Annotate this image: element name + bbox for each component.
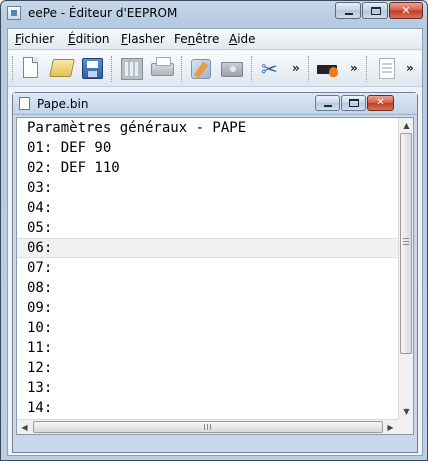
- menu-bar: Fichier Édition Flasher Fenêtre Aide: [8, 29, 422, 50]
- minimize-icon: [345, 13, 353, 15]
- toolbar-grip[interactable]: [366, 56, 369, 82]
- toolbar-overflow-button[interactable]: »: [406, 61, 414, 75]
- main-window: eePe - Éditeur d'EEPROM ✕ Fichier Éditio…: [0, 0, 428, 461]
- app-icon[interactable]: [7, 6, 21, 20]
- editor-line[interactable]: 02: DEF 110: [17, 158, 398, 178]
- toolbar: ✂ » » »: [8, 51, 422, 87]
- close-icon: ✕: [401, 4, 411, 17]
- horizontal-scrollbar[interactable]: ◀ ▶: [17, 419, 398, 434]
- disk-icon: [221, 62, 243, 77]
- menu-aide-label: ide: [237, 32, 256, 46]
- editor-line[interactable]: 01: DEF 90: [17, 138, 398, 158]
- maximize-button[interactable]: [362, 2, 388, 19]
- toolbar-grip[interactable]: [308, 56, 311, 82]
- editor-line[interactable]: 12:: [17, 358, 398, 378]
- scroll-up-button[interactable]: ▲: [399, 118, 413, 133]
- menu-fenetre-label: être: [195, 32, 220, 46]
- menu-flasher-label: lasher: [127, 32, 165, 46]
- calculator-icon: [121, 58, 143, 80]
- editor-line[interactable]: 08:: [17, 278, 398, 298]
- generate-button[interactable]: [188, 56, 214, 82]
- document-close-button[interactable]: ✕: [367, 95, 394, 111]
- document-maximize-button[interactable]: [341, 95, 366, 111]
- toolbar-separator: [111, 56, 114, 82]
- eeprom-chip-icon: [317, 65, 338, 77]
- minimize-icon: [324, 105, 332, 107]
- editor-line[interactable]: 07:: [17, 258, 398, 278]
- horizontal-scroll-thumb[interactable]: [33, 421, 383, 433]
- thumb-grip-icon: [403, 238, 409, 245]
- editor-line[interactable]: 03:: [17, 178, 398, 198]
- menu-edition[interactable]: Édition: [68, 32, 110, 46]
- menu-fichier[interactable]: Fichier: [15, 32, 54, 46]
- menu-fichier-label: ichier: [21, 32, 55, 46]
- toolbar-separator: [251, 56, 254, 82]
- document-title-bar[interactable]: Pape.bin ✕: [13, 93, 417, 115]
- maximize-icon: [371, 7, 381, 15]
- print-icon: [151, 57, 174, 76]
- menu-fenetre-prefix: Fe: [174, 32, 188, 46]
- scroll-right-button[interactable]: ▶: [383, 420, 398, 434]
- editor-lines[interactable]: Paramètres généraux - PAPE 01: DEF 90 02:…: [17, 118, 398, 434]
- toolbar-grip[interactable]: [12, 56, 15, 82]
- document-icon: [379, 58, 395, 79]
- menu-aide[interactable]: Aide: [229, 32, 256, 46]
- toolbar-separator: [181, 56, 184, 82]
- new-document-icon: [23, 57, 38, 78]
- toolbar-overflow-button[interactable]: »: [292, 61, 300, 75]
- scroll-corner: [398, 419, 413, 434]
- calculator-button[interactable]: [119, 56, 145, 82]
- disk-button[interactable]: [219, 56, 245, 82]
- scroll-down-button[interactable]: ▼: [399, 404, 413, 419]
- close-button[interactable]: ✕: [389, 2, 423, 19]
- editor-line[interactable]: 14:: [17, 398, 398, 418]
- menu-flasher[interactable]: Flasher: [121, 32, 165, 46]
- maximize-icon: [349, 99, 359, 107]
- editor-line[interactable]: 10:: [17, 318, 398, 338]
- editor-line[interactable]: 04:: [17, 198, 398, 218]
- vertical-scrollbar[interactable]: ▲ ▼: [398, 118, 413, 419]
- client-area: Fichier Édition Flasher Fenêtre Aide ✂ »…: [7, 28, 423, 456]
- title-bar[interactable]: eePe - Éditeur d'EEPROM ✕: [1, 1, 427, 27]
- save-icon: [82, 58, 103, 79]
- eeprom-button[interactable]: [316, 56, 342, 82]
- menu-edition-accel: É: [68, 32, 76, 46]
- vertical-scroll-thumb[interactable]: [400, 133, 412, 354]
- open-button[interactable]: [49, 56, 76, 82]
- window-title: eePe - Éditeur d'EEPROM: [28, 6, 178, 20]
- cut-icon: ✂: [261, 57, 278, 81]
- open-folder-icon: [49, 59, 75, 77]
- menu-edition-label: dition: [75, 32, 110, 46]
- editor-line[interactable]: 06:: [17, 238, 398, 258]
- document-minimize-button[interactable]: [315, 95, 340, 111]
- menu-aide-accel: A: [229, 32, 238, 46]
- document-file-icon[interactable]: [19, 97, 30, 110]
- menu-fenetre[interactable]: Fenêtre: [174, 32, 219, 46]
- menu-flasher-accel: F: [121, 32, 128, 46]
- editor-header-line[interactable]: Paramètres généraux - PAPE: [17, 118, 398, 138]
- editor-line[interactable]: 13:: [17, 378, 398, 398]
- thumb-grip-icon: [204, 424, 211, 430]
- editor-line[interactable]: 09:: [17, 298, 398, 318]
- scroll-left-button[interactable]: ◀: [17, 420, 32, 434]
- document-title: Pape.bin: [37, 97, 89, 111]
- editor-line[interactable]: 05:: [17, 218, 398, 238]
- text-editor[interactable]: Paramètres généraux - PAPE 01: DEF 90 02:…: [16, 117, 414, 435]
- save-button[interactable]: [80, 56, 106, 82]
- print-button[interactable]: [150, 56, 176, 82]
- minimize-button[interactable]: [335, 2, 361, 19]
- generate-icon: [191, 59, 211, 79]
- editor-line[interactable]: 11:: [17, 338, 398, 358]
- document-button[interactable]: [374, 56, 400, 82]
- close-icon: ✕: [376, 97, 385, 108]
- new-button[interactable]: [21, 56, 47, 82]
- document-window: Pape.bin ✕ Paramètres généraux - PAPE 01…: [12, 92, 418, 453]
- cut-button[interactable]: ✂: [259, 56, 285, 82]
- toolbar-overflow-button[interactable]: »: [350, 61, 358, 75]
